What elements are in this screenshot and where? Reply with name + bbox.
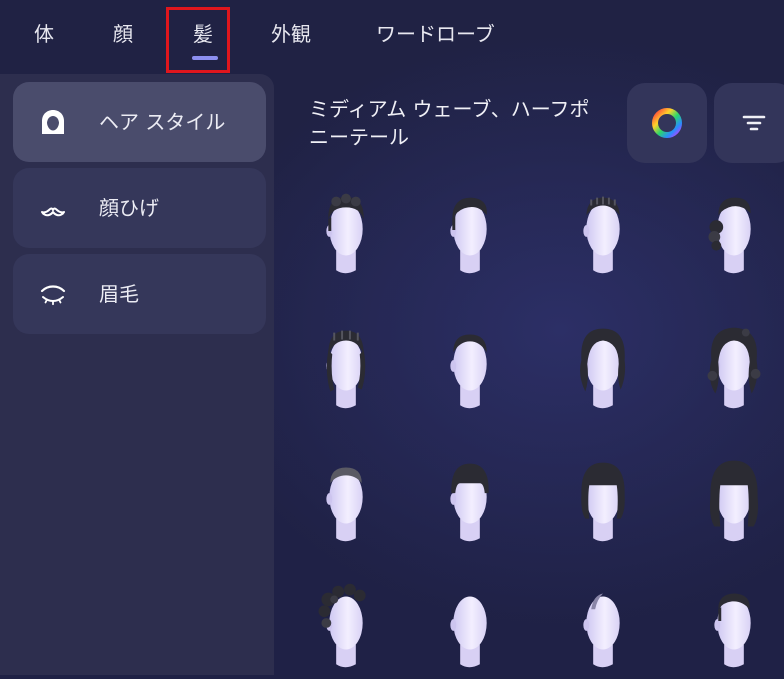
hairstyle-thumbnail xyxy=(326,330,366,409)
filter-button[interactable] xyxy=(714,83,784,163)
top-tab-bar: 体 顔 髪 外観 ワードローブ xyxy=(0,0,784,73)
hairstyle-thumbnail xyxy=(583,593,620,668)
tab-body[interactable]: 体 xyxy=(34,18,54,50)
tab-face[interactable]: 顔 xyxy=(113,18,133,50)
hairstyle-option-short-slick[interactable] xyxy=(679,569,784,679)
hairstyle-title: ミディアム ウェーブ、ハーフポニーテール xyxy=(309,97,590,149)
sidebar-item-hair-style[interactable]: ヘア スタイル xyxy=(13,82,266,162)
hairstyle-thumbnail xyxy=(581,462,625,542)
hairstyle-thumbnail xyxy=(714,593,751,668)
hairstyle-option-afro-puffs[interactable] xyxy=(291,569,401,679)
hairstyle-option-bob-with-bangs[interactable] xyxy=(548,443,658,553)
hairstyle-option-short-side-part[interactable] xyxy=(415,175,525,285)
tab-wardrobe[interactable]: ワードローブ xyxy=(376,18,495,50)
hairstyle-option-medium-wavy[interactable] xyxy=(548,310,658,420)
hairstyle-option-long-bob-with-bangs[interactable] xyxy=(679,443,784,553)
hairstyle-thumbnail xyxy=(708,197,751,274)
hairstyle-option-short-cropped[interactable] xyxy=(415,310,525,420)
hairstyle-thumbnail xyxy=(450,463,489,542)
color-button[interactable] xyxy=(627,83,707,163)
hairstyle-option-medium-curly[interactable] xyxy=(679,310,784,420)
hairstyle-thumbnail xyxy=(583,196,620,274)
category-sidebar: ヘア スタイル 顔ひげ 眉毛 xyxy=(0,74,274,675)
sidebar-item-eyebrows[interactable]: 眉毛 xyxy=(13,254,266,334)
hairstyle-thumbnail xyxy=(709,460,759,542)
hairstyle-thumbnail xyxy=(326,193,364,274)
sidebar-item-label: ヘア スタイル xyxy=(99,110,226,134)
highlight-box xyxy=(166,7,230,73)
hairstyle-thumbnail xyxy=(450,596,487,668)
hairstyle-thumbnail xyxy=(318,583,366,668)
hairstyle-option-braided-side-bun[interactable] xyxy=(679,175,784,285)
sidebar-item-label: 顔ひげ xyxy=(99,196,159,220)
eyebrow-icon xyxy=(40,285,66,306)
hairstyle-thumbnail xyxy=(450,334,487,409)
hairstyle-option-short-braid-top[interactable] xyxy=(548,175,658,285)
mustache-icon xyxy=(41,207,65,217)
sidebar-item-facial-hair[interactable]: 顔ひげ xyxy=(13,168,266,248)
hairstyle-thumbnail xyxy=(326,467,363,542)
hairstyle-thumbnail xyxy=(580,328,626,409)
hairstyle-option-short-curly-top[interactable] xyxy=(291,175,401,285)
hairstyle-option-bowl-cut[interactable] xyxy=(415,443,525,553)
hairstyle-option-shaved-side[interactable] xyxy=(548,569,658,679)
sidebar-item-label: 眉毛 xyxy=(99,282,139,306)
filter-icon xyxy=(742,115,766,131)
hairstyle-thumbnail xyxy=(707,327,761,409)
hairstyle-option-braided-medium[interactable] xyxy=(291,310,401,420)
hairstyle-option-bald[interactable] xyxy=(415,569,525,679)
hairstyle-thumbnail xyxy=(450,197,487,274)
hair-style-icon xyxy=(42,110,64,134)
tab-appearance[interactable]: 外観 xyxy=(271,18,311,50)
color-wheel-icon xyxy=(652,108,682,138)
hairstyle-option-buzz-cut-fade[interactable] xyxy=(291,443,401,553)
